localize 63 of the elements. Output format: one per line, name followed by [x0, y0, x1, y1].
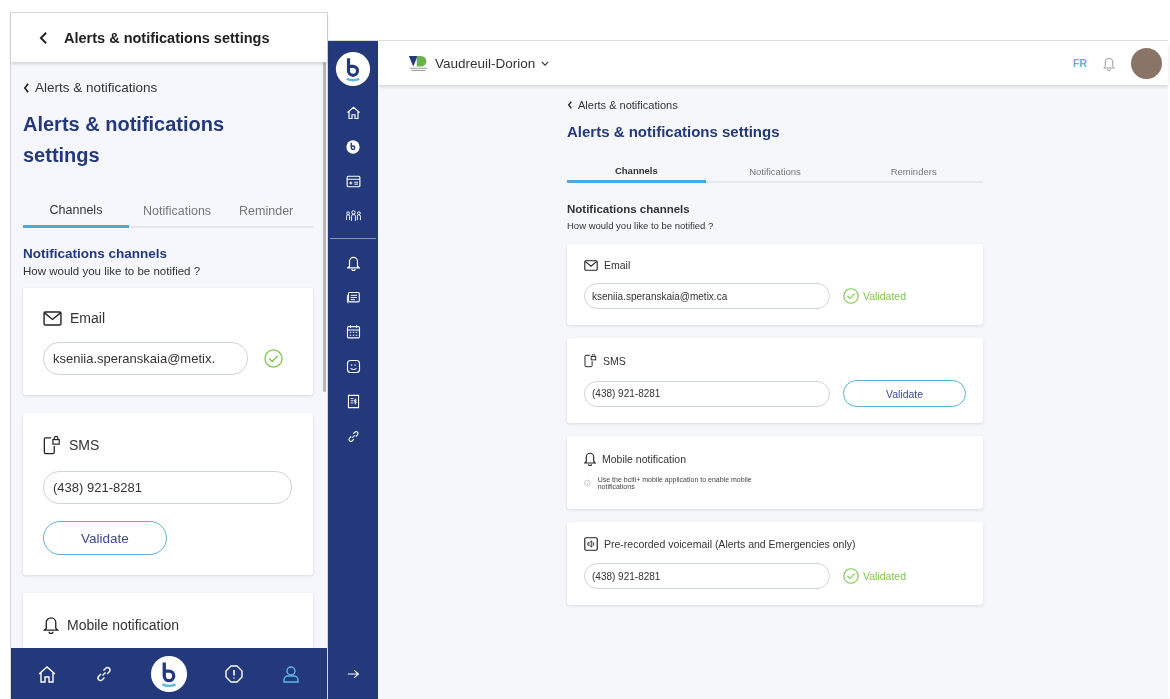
alert-icon[interactable] [224, 663, 245, 684]
envelope-icon [584, 259, 598, 271]
tab[interactable]: Notifications [129, 195, 226, 228]
section-subtitle: How would you like to be notified ? [23, 265, 202, 277]
channel-label: Email [70, 310, 105, 326]
channel-label: Pre-recorded voicemail (Alerts and Emergencies only) [604, 538, 856, 550]
section-title: Notifications channels [567, 203, 691, 215]
input-field[interactable]: (438) 921-8281 [584, 563, 830, 589]
validate-button[interactable]: Validate [43, 521, 167, 555]
page-title: Alerts & notifications settings [23, 112, 226, 168]
people-icon[interactable] [344, 209, 362, 222]
info-icon [584, 479, 591, 487]
validate-button[interactable]: Validate [843, 380, 966, 407]
channel-label: SMS [69, 437, 100, 453]
tab[interactable]: Channels [567, 161, 706, 183]
back-icon[interactable] [39, 30, 48, 45]
link-icon[interactable] [345, 429, 361, 444]
tab[interactable]: Notifications [705, 161, 845, 183]
tab[interactable]: Reminder [225, 195, 313, 228]
input-field[interactable]: (438) 921-8281 [43, 471, 292, 504]
chevron-left-icon[interactable] [23, 82, 30, 93]
ticket-icon[interactable] [345, 174, 361, 189]
logo-icon[interactable] [346, 140, 360, 154]
chevron-left-icon[interactable] [567, 101, 573, 109]
logo-icon[interactable] [149, 654, 188, 693]
page-title: Alerts & notifications settings [567, 123, 781, 140]
logo-icon[interactable] [335, 51, 371, 87]
back-link[interactable]: Alerts & notifications [23, 80, 313, 95]
home-icon[interactable] [345, 105, 361, 120]
envelope-icon [43, 310, 62, 326]
channel-label: Mobile notification [67, 616, 180, 633]
newspaper-icon[interactable] [345, 291, 361, 304]
channel-label: SMS [603, 354, 626, 367]
face-icon[interactable] [345, 359, 361, 374]
speaker-box-icon [584, 537, 598, 551]
channel-label: Email [604, 259, 631, 271]
input-field[interactable]: (438) 921-8281 [584, 380, 830, 407]
section-title: Notifications channels [23, 246, 169, 261]
calendar-icon[interactable] [345, 324, 361, 339]
status-text: Validated [863, 570, 906, 582]
input-field[interactable]: kseniia.speranskaia@metix. [43, 342, 248, 375]
city-logo-icon [408, 54, 429, 72]
phone-lock-icon [43, 435, 61, 455]
receipt-icon[interactable] [346, 394, 360, 409]
tab[interactable]: Reminders [844, 161, 983, 183]
bell-icon [584, 451, 596, 466]
channel-label: Mobile notification [602, 452, 687, 465]
avatar[interactable] [1131, 47, 1162, 79]
scrollbar[interactable] [323, 62, 326, 392]
back-link[interactable]: Alerts & notifications [567, 99, 983, 111]
phone-lock-icon [584, 353, 597, 368]
home-icon[interactable] [37, 663, 58, 684]
arrow-right-icon[interactable] [346, 669, 360, 679]
user-icon[interactable] [280, 663, 301, 684]
header-title: Alerts & notifications settings [64, 29, 270, 46]
bell-icon[interactable] [346, 255, 360, 271]
bell-icon [43, 615, 59, 634]
input-field[interactable]: kseniia.speranskaia@metix.ca [584, 283, 830, 309]
city-name[interactable]: Vaudreuil-Dorion [435, 55, 536, 71]
caret-icon[interactable] [541, 60, 550, 66]
status-text: Validated [863, 290, 906, 302]
section-subtitle: How would you like to be notified ? [567, 220, 715, 231]
tab[interactable]: Channels [23, 195, 129, 228]
